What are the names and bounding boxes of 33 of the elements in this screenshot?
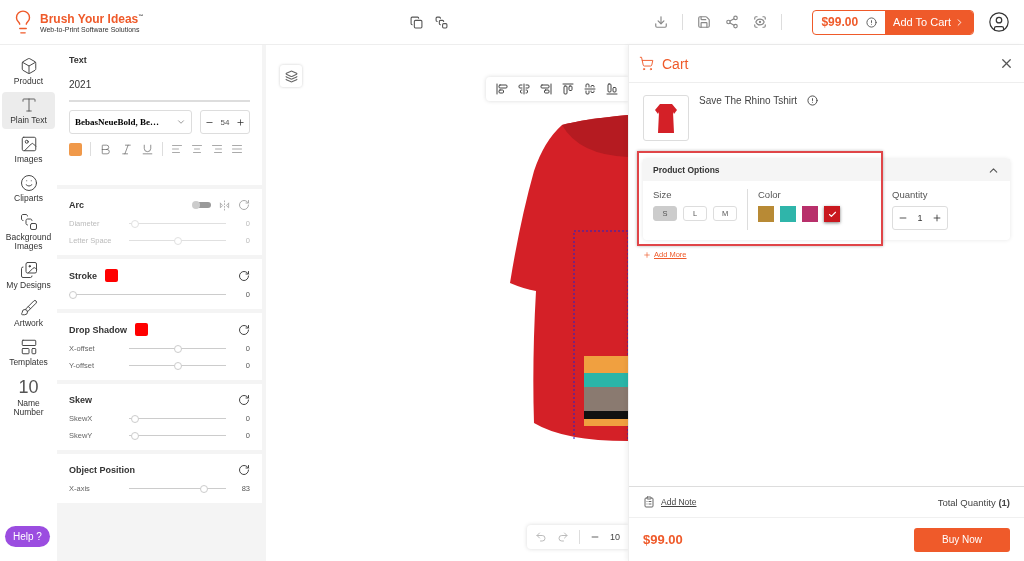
section-title: Arc [69, 200, 84, 210]
total-quantity: Total Quantity (1) [937, 496, 1010, 508]
section-title: Object Position [69, 465, 135, 475]
font-dropdown[interactable]: BebasNeueBold, Be… [69, 110, 192, 134]
sidebar-item[interactable]: Images [2, 130, 55, 168]
quantity-stepper[interactable]: 1 [892, 206, 948, 230]
sidebar-item[interactable]: Plain Text [2, 91, 55, 129]
sidebar-item[interactable]: Product [2, 53, 55, 90]
sidebar-item[interactable]: Background Images [2, 208, 55, 255]
cart-title: Cart [662, 55, 690, 72]
sidebar-item[interactable]: Cliparts [2, 169, 55, 207]
header-price: $99.00 [820, 15, 860, 29]
total-price: $99.00 [643, 532, 683, 547]
sidebar-item[interactable]: Templates [2, 334, 55, 372]
product-name: Save The Rhino Tshirt [699, 95, 798, 108]
zoom-level: 10 [610, 532, 620, 542]
size-label: Size [653, 189, 673, 200]
options-title: Product Options [653, 165, 720, 175]
add-note-link[interactable]: Add Note [661, 497, 932, 507]
color-label: Color [758, 189, 782, 200]
section-title: Skew [69, 395, 92, 405]
quantity-label: Quantity [892, 189, 929, 200]
number-glyph: 10 [18, 377, 39, 398]
help-button[interactable]: Help ? [5, 526, 50, 547]
brand-name: Brush Your Ideas$^{™}$ [40, 11, 144, 26]
section-title: Drop Shadow [69, 324, 127, 335]
sidebar-item[interactable]: 10 Name Number [2, 373, 55, 422]
sidebar-item[interactable]: My Designs [2, 256, 55, 294]
section-title: Stroke [69, 270, 97, 281]
section-title: Text [69, 55, 88, 65]
font-size-stepper[interactable]: 54 [200, 110, 250, 134]
text-value[interactable]: 2021 [69, 73, 250, 102]
sidebar-item[interactable]: Artwork [2, 295, 55, 333]
